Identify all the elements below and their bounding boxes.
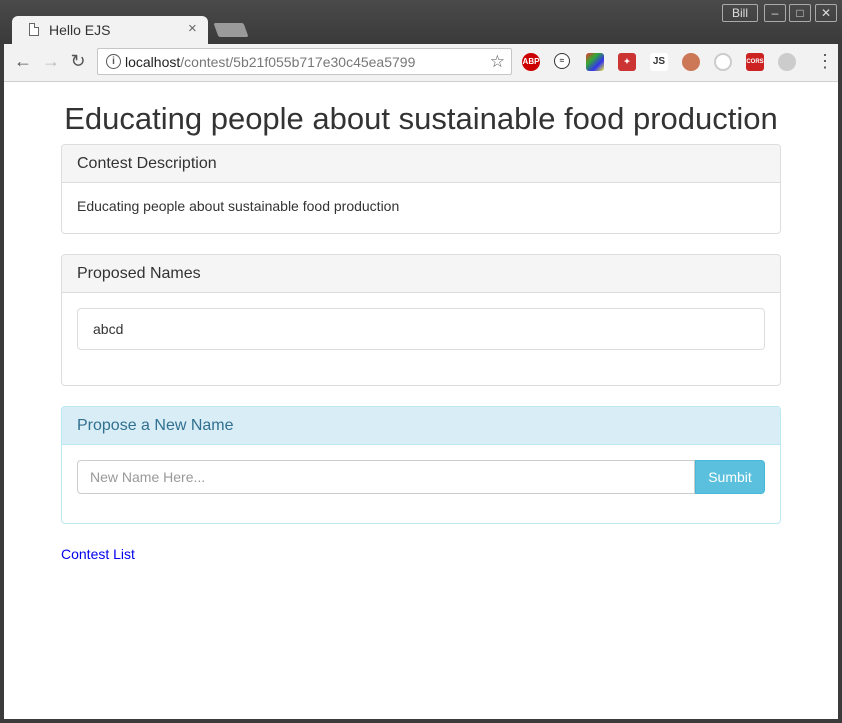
- url-path: /contest/5b21f055b717e30c45ea5799: [180, 54, 416, 70]
- propose-name-panel: Propose a New Name Sumbit: [61, 406, 781, 524]
- cors-icon[interactable]: CORS: [746, 53, 764, 71]
- address-bar[interactable]: i localhost/contest/5b21f055b717e30c45ea…: [97, 48, 512, 75]
- maximize-button[interactable]: □: [789, 4, 811, 22]
- input-group: Sumbit: [77, 460, 765, 494]
- panel-heading: Propose a New Name: [62, 407, 780, 445]
- contest-list-link[interactable]: Contest List: [61, 546, 135, 562]
- back-arrow-icon[interactable]: ←: [12, 50, 34, 72]
- ext-gray-icon[interactable]: [778, 53, 796, 71]
- close-window-button[interactable]: ✕: [815, 4, 837, 22]
- forward-arrow-icon[interactable]: →: [40, 50, 62, 72]
- close-tab-icon[interactable]: ×: [188, 20, 197, 37]
- description-panel: Contest Description Educating people abo…: [61, 144, 781, 234]
- reload-icon[interactable]: ↻: [67, 50, 89, 72]
- panel-heading: Contest Description: [62, 145, 780, 183]
- page-title: Educating people about sustainable food …: [64, 101, 778, 136]
- new-tab-button[interactable]: [213, 23, 249, 37]
- names-list: abcd: [62, 293, 780, 365]
- profile-button[interactable]: Bill: [722, 4, 758, 22]
- document-icon: [29, 23, 39, 36]
- list-item: abcd: [77, 308, 765, 350]
- new-name-input[interactable]: [77, 460, 695, 494]
- url-host: localhost: [125, 54, 181, 70]
- minimize-button[interactable]: –: [764, 4, 786, 22]
- bookmark-star-icon[interactable]: ☆: [490, 52, 505, 72]
- browser-tab[interactable]: Hello EJS ×: [12, 16, 208, 44]
- browser-window: Hello EJS × Bill – □ ✕ ← → ↻ i localhost…: [0, 0, 842, 723]
- js-icon[interactable]: JS: [650, 53, 668, 71]
- title-bar: Hello EJS × Bill – □ ✕: [0, 0, 842, 44]
- description-text: Educating people about sustainable food …: [77, 198, 400, 214]
- colorpicker-icon[interactable]: [586, 53, 604, 71]
- proposed-names-panel: Proposed Names abcd: [61, 254, 781, 386]
- tab-title: Hello EJS: [49, 22, 111, 38]
- ext-red-icon[interactable]: ✦: [618, 53, 636, 71]
- menu-dots-icon[interactable]: ⋮: [816, 52, 834, 70]
- info-icon[interactable]: i: [106, 54, 121, 69]
- sync-icon[interactable]: ≈: [554, 53, 570, 69]
- page-viewport: Educating people about sustainable food …: [4, 82, 838, 719]
- browser-toolbar: ← → ↻ i localhost/contest/5b21f055b717e3…: [4, 44, 838, 82]
- submit-button[interactable]: Sumbit: [695, 460, 765, 494]
- target-icon[interactable]: [714, 53, 732, 71]
- panel-heading: Proposed Names: [62, 255, 780, 293]
- adblock-icon[interactable]: ABP: [522, 53, 540, 71]
- propose-form: Sumbit: [62, 445, 780, 509]
- monkey-icon[interactable]: [682, 53, 700, 71]
